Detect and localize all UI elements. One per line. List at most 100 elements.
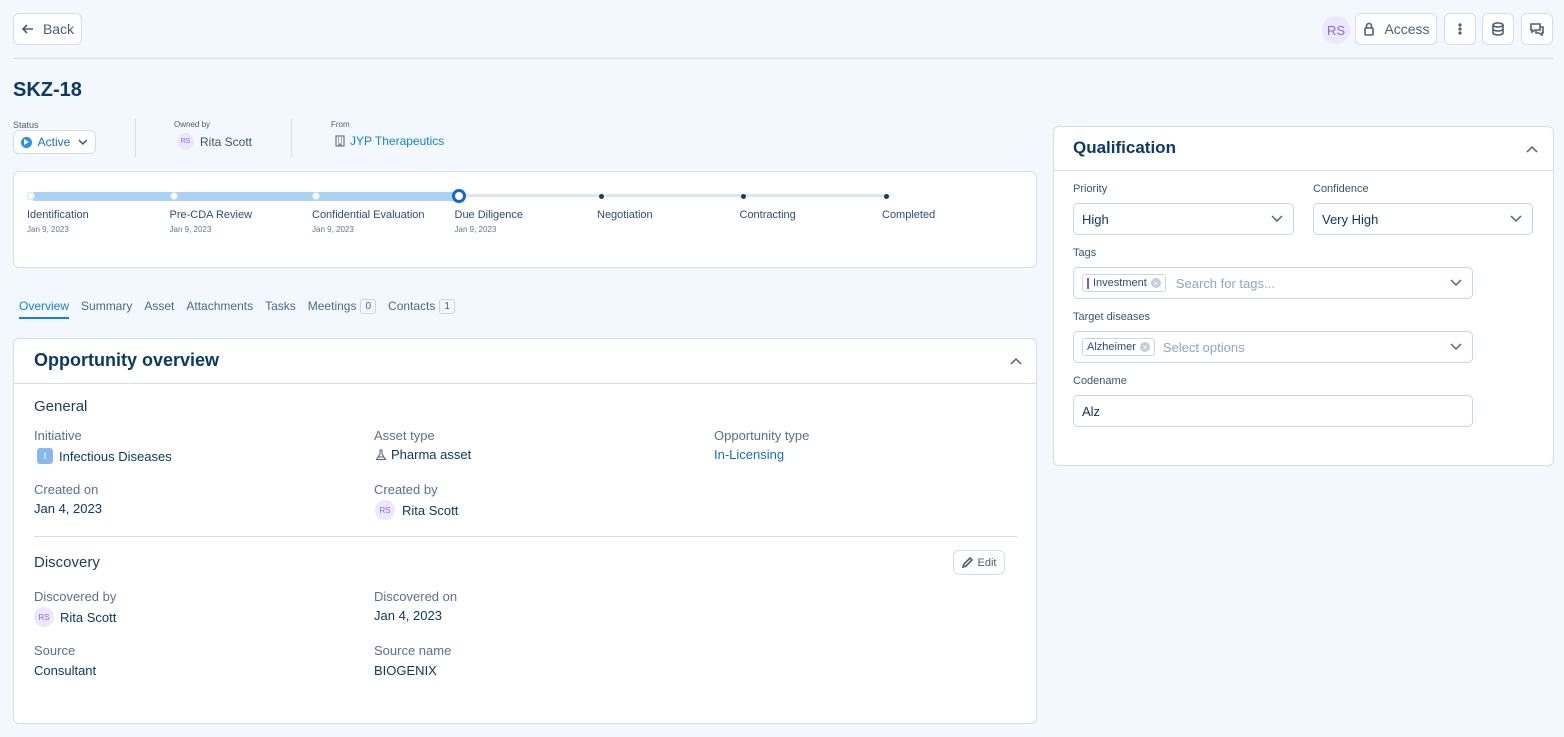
chevron-down-icon — [1271, 215, 1283, 222]
from-company-name: JYP Therapeutics — [350, 134, 445, 148]
chevron-down-icon — [1510, 215, 1522, 222]
tab-overview[interactable]: Overview — [19, 293, 70, 319]
tab-meetings[interactable]: Meetings 0 — [308, 293, 377, 319]
initiative-value: I Infectious Diseases — [37, 448, 172, 464]
from-company-link[interactable]: JYP Therapeutics — [335, 134, 444, 148]
flask-icon — [375, 449, 387, 460]
owner[interactable]: RS Rita Scott — [177, 133, 252, 150]
access-button[interactable]: Access — [1355, 13, 1437, 45]
source-name-value: BIOGENIX — [374, 663, 437, 678]
initiative-badge-icon: I — [37, 448, 53, 464]
tab-bar: Overview Summary Asset Attachments Tasks Meet… — [19, 293, 455, 319]
more-vertical-icon — [1458, 23, 1462, 35]
pipeline-step[interactable]: Completed — [882, 209, 935, 221]
opportunity-type-value: In-Licensing — [714, 447, 785, 462]
pipeline-node-upcoming — [741, 193, 746, 199]
header-divider — [13, 58, 1553, 59]
pencil-icon — [961, 557, 973, 568]
tab-asset[interactable]: Asset — [144, 293, 174, 319]
active-tab-underline — [19, 317, 70, 319]
meta-divider — [291, 119, 292, 157]
remove-disease-icon[interactable]: × — [1139, 342, 1150, 352]
remove-tag-icon[interactable]: × — [1150, 278, 1161, 288]
pipeline-step[interactable]: Contracting — [740, 209, 796, 221]
codename-label: Codename — [1073, 375, 1127, 387]
comments-button[interactable] — [1521, 13, 1553, 45]
codename-input[interactable]: Alz — [1073, 395, 1473, 427]
pipeline-step-label: Pre-CDA Review — [169, 209, 253, 221]
pipeline-node-upcoming — [883, 193, 889, 199]
status-select[interactable]: Active — [13, 130, 96, 154]
tag-color-bar — [1087, 277, 1089, 289]
created-by-avatar: RS — [375, 500, 395, 520]
asset-type-label: Asset type — [374, 428, 435, 443]
card-header-divider — [14, 383, 1036, 384]
tab-tasks[interactable]: Tasks — [265, 293, 296, 319]
pipeline-step-label: Negotiation — [597, 209, 653, 221]
edit-discovery-button[interactable]: Edit — [953, 550, 1005, 575]
tab-attachments[interactable]: Attachments — [186, 293, 253, 319]
database-button[interactable] — [1482, 13, 1514, 45]
chevron-down-icon — [1450, 343, 1462, 350]
pipeline-step[interactable]: Identification Jan 9, 2023 — [27, 209, 89, 234]
tab-summary[interactable]: Summary — [81, 293, 132, 319]
opportunity-overview-title: Opportunity overview — [34, 350, 220, 370]
pipeline-step-date: Jan 9, 2023 — [27, 225, 69, 234]
tab-contacts[interactable]: Contacts 1 — [388, 293, 455, 319]
section-divider — [34, 536, 1017, 537]
qualification-card: Qualification Priority High Confidence V… — [1053, 126, 1554, 466]
tags-multiselect[interactable]: Investment × Search for tags... — [1073, 267, 1473, 299]
pipeline-step[interactable]: Pre-CDA Review Jan 9, 2023 — [170, 209, 253, 234]
status-label: Status — [13, 120, 39, 130]
discovered-on-label: Discovered on — [374, 589, 458, 604]
source-label: Source — [34, 643, 76, 658]
pipeline-node-completed — [312, 192, 320, 200]
pipeline-step-date: Jan 9, 2023 — [169, 225, 212, 234]
tags-search-input[interactable]: Search for tags... — [1176, 276, 1275, 291]
tab-count-badge: 1 — [439, 298, 455, 314]
diseases-search-input[interactable]: Select options — [1163, 340, 1245, 355]
database-icon — [1492, 22, 1504, 36]
more-options-button[interactable] — [1444, 13, 1476, 45]
tab-label: Tasks — [265, 299, 296, 313]
from-label: From — [331, 120, 350, 129]
tab-label: Contacts — [388, 299, 436, 313]
pipeline-step-label: Identification — [27, 209, 89, 221]
pipeline-step-label: Contracting — [739, 209, 796, 221]
lock-icon — [1364, 22, 1375, 36]
created-by-label: Created by — [374, 482, 438, 497]
user-avatar[interactable]: RS — [1322, 16, 1350, 44]
discovered-on-value: Jan 4, 2023 — [374, 608, 442, 623]
priority-select[interactable]: High — [1073, 203, 1294, 235]
page-title: SKZ-18 — [13, 79, 82, 101]
pipeline-step[interactable]: Confidential Evaluation Jan 9, 2023 — [312, 209, 425, 234]
created-by-value: RS Rita Scott — [375, 500, 458, 520]
play-circle-icon — [21, 136, 32, 148]
general-section-title: General — [34, 398, 88, 415]
pipeline-step-date: Jan 9, 2023 — [312, 225, 354, 234]
tab-label: Attachments — [186, 299, 254, 313]
opportunity-type-label: Opportunity type — [714, 428, 810, 443]
chevron-up-icon[interactable] — [1526, 145, 1538, 153]
confidence-select[interactable]: Very High — [1313, 203, 1533, 235]
chevron-up-icon[interactable] — [1010, 357, 1022, 365]
target-diseases-multiselect[interactable]: Alzheimer × Select options — [1073, 331, 1473, 363]
pipeline-step-label: Completed — [882, 209, 936, 221]
pipeline-step[interactable]: Due Diligence Jan 9, 2023 — [455, 209, 523, 234]
access-label: Access — [1384, 21, 1430, 37]
pipeline-node-current — [451, 189, 466, 203]
back-label: Back — [42, 21, 75, 37]
pipeline-progress-fill — [31, 192, 459, 201]
building-icon — [335, 135, 345, 147]
chevron-down-icon — [1450, 279, 1462, 286]
priority-label: Priority — [1073, 183, 1108, 195]
opportunity-overview-card: Opportunity overview General Initiative … — [13, 338, 1037, 724]
tag-chip-investment[interactable]: Investment × — [1082, 274, 1166, 292]
discovered-by-value: RS Rita Scott — [34, 607, 116, 627]
tags-label: Tags — [1073, 247, 1097, 259]
tab-label: Asset — [144, 299, 175, 313]
disease-chip-alzheimer[interactable]: Alzheimer × — [1082, 338, 1155, 356]
pipeline-step[interactable]: Negotiation — [597, 209, 653, 221]
back-button[interactable]: Back — [13, 13, 82, 45]
pipeline-node-completed — [169, 192, 178, 200]
